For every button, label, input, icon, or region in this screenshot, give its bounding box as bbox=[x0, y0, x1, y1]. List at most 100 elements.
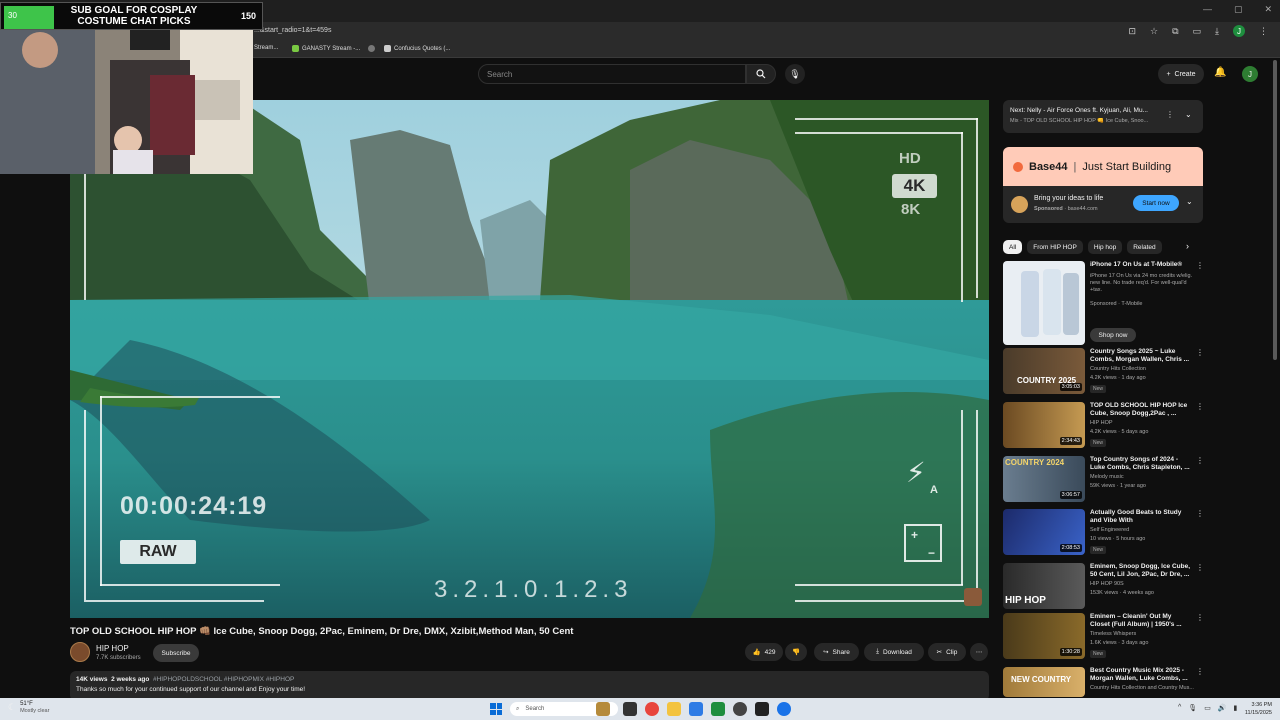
create-button[interactable]: + Create bbox=[1158, 64, 1204, 84]
microphone-icon[interactable]: 🎙 bbox=[1188, 704, 1197, 712]
file-explorer-icon[interactable] bbox=[667, 702, 681, 716]
clock[interactable]: 3:36 PM 11/15/2025 bbox=[1245, 701, 1272, 717]
volume-icon[interactable]: 🔊 bbox=[1218, 704, 1227, 712]
url-field[interactable]: ...&start_radio=1&t=459s bbox=[254, 27, 331, 34]
rec-title[interactable]: Actually Good Beats to Study and Vibe Wi… bbox=[1090, 509, 1192, 525]
rec-channel[interactable]: Timeless Whispers bbox=[1090, 631, 1136, 637]
rec-channel[interactable]: Self Engineered bbox=[1090, 527, 1129, 533]
search-input[interactable]: Search bbox=[478, 64, 746, 84]
edge-icon[interactable] bbox=[777, 702, 791, 716]
taskbar-app-icon[interactable] bbox=[733, 702, 747, 716]
bookmark-item[interactable]: Stream... bbox=[254, 45, 278, 51]
taskbar-app-icon[interactable] bbox=[689, 702, 703, 716]
chip-from-hip-hop[interactable]: From HIP HOP bbox=[1027, 240, 1083, 254]
rec-title[interactable]: Country Songs 2025 ~ Luke Combs, Morgan … bbox=[1090, 348, 1192, 364]
rec-thumbnail[interactable]: COUNTRY 2024 3:06:57 bbox=[1003, 456, 1085, 502]
rec-channel[interactable]: HIP HOP bbox=[1090, 420, 1113, 426]
chip-related[interactable]: Related bbox=[1127, 240, 1162, 254]
clip-button[interactable]: ✂ Clip bbox=[928, 643, 966, 661]
recommendation-item[interactable]: COUNTRY 2024 3:06:57 Top Country Songs o… bbox=[1003, 456, 1204, 504]
more-actions-button[interactable]: ⋯ bbox=[970, 643, 988, 661]
extensions-icon[interactable]: ⧉ bbox=[1172, 26, 1178, 37]
task-view-icon[interactable] bbox=[623, 702, 637, 716]
rec-thumbnail[interactable] bbox=[1003, 261, 1085, 345]
browser-menu-icon[interactable]: ⋮ bbox=[1259, 26, 1268, 37]
notifications-bell-icon[interactable]: 🔔 bbox=[1214, 67, 1226, 78]
channel-avatar[interactable] bbox=[70, 642, 90, 662]
recommendation-item[interactable]: NEW COUNTRY Best Country Music Mix 2025 … bbox=[1003, 667, 1203, 697]
taskbar-app-icon[interactable] bbox=[755, 702, 769, 716]
taskbar-app-icon[interactable] bbox=[711, 702, 725, 716]
network-icon[interactable]: ▭ bbox=[1204, 704, 1211, 712]
chevron-right-icon[interactable]: › bbox=[1186, 241, 1189, 251]
more-icon[interactable]: ⋮ bbox=[1196, 402, 1204, 411]
chrome-icon[interactable] bbox=[645, 702, 659, 716]
page-scrollbar[interactable] bbox=[1273, 60, 1277, 360]
rec-title[interactable]: Eminem – Cleanin' Out My Closet (Full Al… bbox=[1090, 613, 1192, 629]
more-icon[interactable]: ⋮ bbox=[1196, 563, 1204, 572]
maximize-icon[interactable]: ▢ bbox=[1234, 4, 1243, 15]
chevron-up-icon[interactable]: ^ bbox=[1178, 704, 1181, 712]
more-icon[interactable]: ⋮ bbox=[1196, 667, 1203, 676]
install-icon[interactable]: ⊡ bbox=[1128, 26, 1136, 37]
shop-now-button[interactable]: Shop now bbox=[1090, 328, 1136, 342]
rec-title[interactable]: Best Country Music Mix 2025 - Morgan Wal… bbox=[1090, 667, 1192, 683]
more-icon[interactable]: ⋮ bbox=[1196, 348, 1204, 357]
rec-title[interactable]: TOP OLD SCHOOL HIP HOP Ice Cube, Snoop D… bbox=[1090, 402, 1192, 418]
ad-banner[interactable]: Base44 | Just Start Building bbox=[1003, 147, 1203, 186]
browser-profile-avatar[interactable]: J bbox=[1233, 25, 1245, 37]
more-icon[interactable]: ⋮ bbox=[1196, 456, 1204, 465]
sponsored-recommendation[interactable]: iPhone 17 On Us at T-Mobile® iPhone 17 O… bbox=[1003, 261, 1204, 345]
dislike-button[interactable]: 👎 bbox=[785, 643, 807, 661]
recommendation-item[interactable]: HIP HOP Eminem, Snoop Dogg, Ice Cube, 50… bbox=[1003, 563, 1204, 611]
description-box[interactable]: 14K views 2 weeks ago #HIPHOPOLDSCHOOL #… bbox=[70, 671, 989, 701]
hashtags[interactable]: #HIPHOPOLDSCHOOL #HIPHOPMIX #HIPHOP bbox=[153, 676, 294, 683]
close-icon[interactable]: ✕ bbox=[1264, 4, 1272, 15]
chevron-down-icon[interactable]: ⌄ bbox=[1186, 197, 1193, 206]
rec-channel[interactable]: HIP HOP 90S bbox=[1090, 581, 1124, 587]
bookmark-star-icon[interactable]: ☆ bbox=[1150, 26, 1158, 37]
rec-thumbnail[interactable]: 2:08:53 bbox=[1003, 509, 1085, 555]
windows-start-icon[interactable] bbox=[490, 703, 502, 715]
channel-name[interactable]: HIP HOP bbox=[96, 644, 129, 653]
bookmark-item[interactable] bbox=[368, 45, 375, 52]
voice-search-button[interactable]: 🎙 bbox=[785, 64, 805, 84]
bookmark-item[interactable]: GANASTY Stream -... bbox=[292, 45, 360, 52]
download-button[interactable]: ⤓ Download bbox=[864, 643, 924, 661]
rec-channel[interactable]: Country Hits Collection bbox=[1090, 366, 1146, 372]
minimize-icon[interactable]: — bbox=[1203, 4, 1212, 15]
rec-thumbnail[interactable]: NEW COUNTRY bbox=[1003, 667, 1085, 697]
rec-channel[interactable]: Melody music bbox=[1090, 474, 1124, 480]
search-button[interactable] bbox=[746, 64, 776, 84]
rec-channel[interactable]: Country Hits Collection and Country Mus.… bbox=[1090, 685, 1194, 691]
more-icon[interactable]: ⋮ bbox=[1196, 613, 1204, 622]
rec-thumbnail[interactable]: COUNTRY 2025 3:05:03 bbox=[1003, 348, 1085, 394]
downloads-icon[interactable]: ⤓ bbox=[1215, 26, 1219, 37]
rec-thumbnail[interactable]: 2:34:43 bbox=[1003, 402, 1085, 448]
recommendation-item[interactable]: 2:08:53 Actually Good Beats to Study and… bbox=[1003, 509, 1204, 557]
ad-card[interactable]: Base44 | Just Start Building Bring your … bbox=[1003, 147, 1203, 223]
rec-thumbnail[interactable]: 1:30:28 bbox=[1003, 613, 1085, 659]
recommendation-item[interactable]: 1:30:28 Eminem – Cleanin' Out My Closet … bbox=[1003, 613, 1204, 661]
recommendation-item[interactable]: COUNTRY 2025 3:05:03 Country Songs 2025 … bbox=[1003, 348, 1204, 396]
like-button[interactable]: 👍 429 bbox=[745, 643, 783, 661]
chip-hip-hop[interactable]: Hip hop bbox=[1087, 240, 1123, 254]
channel-watermark[interactable] bbox=[964, 588, 982, 606]
start-now-button[interactable]: Start now bbox=[1133, 195, 1179, 211]
more-icon[interactable]: ⋮ bbox=[1196, 261, 1204, 270]
user-avatar[interactable]: J bbox=[1242, 66, 1258, 82]
video-player[interactable]: HD 4K 8K ⚡ A + − 00:00:24:19 RAW 3.2.1.0… bbox=[70, 100, 989, 618]
sidebar-icon[interactable]: ▭ bbox=[1193, 26, 1202, 37]
chevron-down-icon[interactable]: ⌄ bbox=[1185, 110, 1192, 119]
rec-thumbnail[interactable]: HIP HOP bbox=[1003, 563, 1085, 609]
rec-title[interactable]: Eminem, Snoop Dogg, Ice Cube, 50 Cent, L… bbox=[1090, 563, 1192, 579]
weather-widget[interactable]: ☾ 51°F Mostly clear bbox=[8, 701, 49, 714]
taskbar-app-icon[interactable] bbox=[596, 702, 610, 716]
subscribe-button[interactable]: Subscribe bbox=[153, 644, 199, 662]
share-button[interactable]: ↪ Share bbox=[814, 643, 859, 661]
chip-all[interactable]: All bbox=[1003, 240, 1023, 254]
bookmark-item[interactable]: Confucius Quotes (... bbox=[384, 45, 450, 52]
battery-icon[interactable]: ▮ bbox=[1234, 704, 1238, 712]
rec-title[interactable]: iPhone 17 On Us at T-Mobile® bbox=[1090, 261, 1192, 269]
recommendation-item[interactable]: 2:34:43 TOP OLD SCHOOL HIP HOP Ice Cube,… bbox=[1003, 402, 1204, 450]
